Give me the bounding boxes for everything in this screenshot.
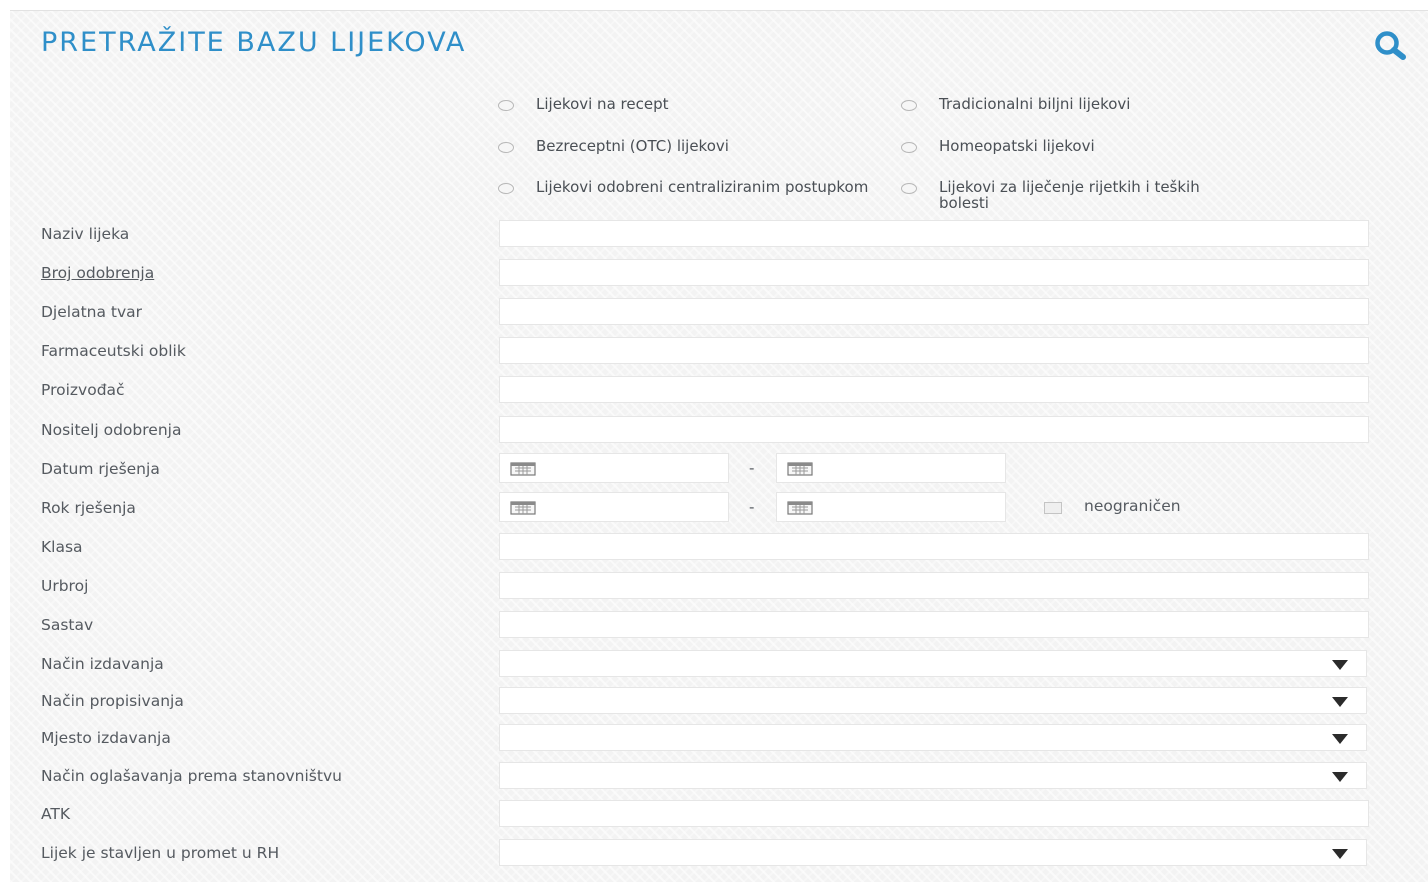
sastav-input[interactable] [499, 611, 1369, 638]
radio-circle[interactable] [498, 183, 514, 194]
neogranicen-label: neograničen [1084, 497, 1181, 515]
proizvodac-input[interactable] [499, 376, 1369, 403]
rok-rjesenja-to[interactable] [776, 492, 1006, 522]
nacin-propisivanja-select[interactable] [499, 687, 1367, 714]
label-datum-rjesenja: Datum rješenja [41, 460, 160, 478]
urbroj-input[interactable] [499, 572, 1369, 599]
label-farmaceutski-oblik: Farmaceutski oblik [41, 342, 186, 360]
chevron-down-icon[interactable] [1332, 849, 1348, 859]
radio-tradicionalni-biljni[interactable]: Tradicionalni biljni lijekovi [901, 96, 1281, 112]
form-title: PRETRAŽITE BAZU LIJEKOVA [41, 27, 467, 58]
calendar-icon[interactable] [787, 461, 813, 476]
radio-circle[interactable] [901, 142, 917, 153]
radio-label: Bezreceptni (OTC) lijekovi [536, 137, 729, 155]
label-urbroj: Urbroj [41, 577, 89, 595]
chevron-down-icon[interactable] [1332, 734, 1348, 744]
label-nositelj-odobrenja: Nositelj odobrenja [41, 421, 182, 439]
radio-circle[interactable] [498, 142, 514, 153]
radio-label: Lijekovi odobreni centraliziranim postup… [536, 178, 869, 196]
label-nacin-izdavanja: Način izdavanja [41, 655, 164, 673]
label-rok-rjesenja: Rok rješenja [41, 499, 136, 517]
calendar-icon[interactable] [510, 500, 536, 515]
label-mjesto-izdavanja: Mjesto izdavanja [41, 729, 171, 747]
label-atk: ATK [41, 805, 71, 823]
label-nacin-oglasavanja: Način oglašavanja prema stanovništvu [41, 767, 342, 785]
radio-rijetke-bolesti[interactable]: Lijekovi za liječenje rijetkih i teških … [901, 179, 1231, 211]
radio-lijekovi-na-recept[interactable]: Lijekovi na recept [498, 96, 878, 112]
djelatna-tvar-input[interactable] [499, 298, 1369, 325]
chevron-down-icon[interactable] [1332, 697, 1348, 707]
radio-label: Lijekovi za liječenje rijetkih i teških … [939, 178, 1200, 212]
nacin-oglasavanja-select[interactable] [499, 762, 1367, 789]
search-form-panel: PRETRAŽITE BAZU LIJEKOVA Lijekovi na rec… [10, 10, 1428, 882]
klasa-input[interactable] [499, 533, 1369, 560]
calendar-icon[interactable] [787, 500, 813, 515]
radio-circle[interactable] [498, 100, 514, 111]
radio-circle[interactable] [901, 100, 917, 111]
label-broj-odobrenja-link[interactable]: Broj odobrenja [41, 264, 154, 282]
chevron-down-icon[interactable] [1332, 772, 1348, 782]
broj-odobrenja-input[interactable] [499, 259, 1369, 286]
stavljen-u-promet-select[interactable] [499, 839, 1367, 866]
label-sastav: Sastav [41, 616, 94, 634]
label-nacin-propisivanja: Način propisivanja [41, 692, 184, 710]
radio-bezreceptni[interactable]: Bezreceptni (OTC) lijekovi [498, 138, 878, 154]
rok-rjesenja-from[interactable] [499, 492, 729, 522]
search-button[interactable] [1370, 29, 1414, 63]
date-range-separator: - [749, 498, 755, 516]
nositelj-odobrenja-input[interactable] [499, 416, 1369, 443]
radio-label: Lijekovi na recept [536, 95, 669, 113]
radio-label: Homeopatski lijekovi [939, 137, 1095, 155]
radio-homeopatski[interactable]: Homeopatski lijekovi [901, 138, 1281, 154]
radio-label: Tradicionalni biljni lijekovi [939, 95, 1131, 113]
label-djelatna-tvar: Djelatna tvar [41, 303, 143, 321]
neogranicen-checkbox[interactable] [1044, 502, 1062, 514]
label-proizvodac: Proizvođač [41, 381, 125, 399]
chevron-down-icon[interactable] [1332, 660, 1348, 670]
label-stavljen-u-promet: Lijek je stavljen u promet u RH [41, 844, 280, 862]
label-klasa: Klasa [41, 538, 83, 556]
radio-circle[interactable] [901, 183, 917, 194]
naziv-lijeka-input[interactable] [499, 220, 1369, 247]
radio-centralizirani[interactable]: Lijekovi odobreni centraliziranim postup… [498, 179, 878, 195]
calendar-icon[interactable] [510, 461, 536, 476]
farmaceutski-oblik-input[interactable] [499, 337, 1369, 364]
date-range-separator: - [749, 459, 755, 477]
atk-input[interactable] [499, 800, 1369, 827]
nacin-izdavanja-select[interactable] [499, 650, 1367, 677]
mjesto-izdavanja-select[interactable] [499, 724, 1367, 751]
datum-rjesenja-to[interactable] [776, 453, 1006, 483]
label-naziv-lijeka: Naziv lijeka [41, 225, 130, 243]
search-icon [1375, 31, 1406, 60]
datum-rjesenja-from[interactable] [499, 453, 729, 483]
